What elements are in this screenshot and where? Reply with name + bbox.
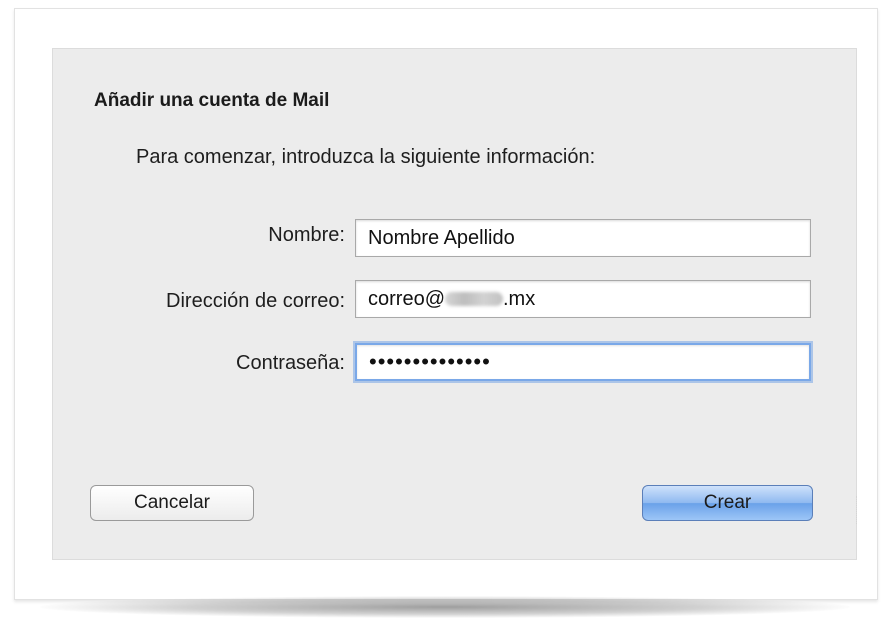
email-label: Dirección de correo: — [166, 290, 345, 312]
redacted-domain — [445, 292, 503, 306]
name-field[interactable]: Nombre Apellido — [355, 219, 811, 257]
cancel-button[interactable]: Cancelar — [90, 485, 254, 521]
password-label: Contraseña: — [236, 352, 345, 374]
frame-shadow — [40, 596, 850, 618]
name-label: Nombre: — [268, 224, 345, 246]
dialog-subtitle: Para comenzar, introduzca la siguiente i… — [136, 146, 596, 168]
password-field-value: •••••••••••••• — [369, 349, 491, 374]
name-field-value: Nombre Apellido — [368, 227, 515, 249]
password-field[interactable]: •••••••••••••• — [355, 343, 811, 381]
email-field-suffix: .mx — [503, 288, 536, 310]
email-field-prefix: correo@ — [368, 288, 445, 310]
create-button[interactable]: Crear — [642, 485, 813, 521]
dialog-title: Añadir una cuenta de Mail — [94, 90, 330, 111]
right-edge-divider — [856, 496, 861, 524]
email-field[interactable]: correo@ .mx — [355, 280, 811, 318]
